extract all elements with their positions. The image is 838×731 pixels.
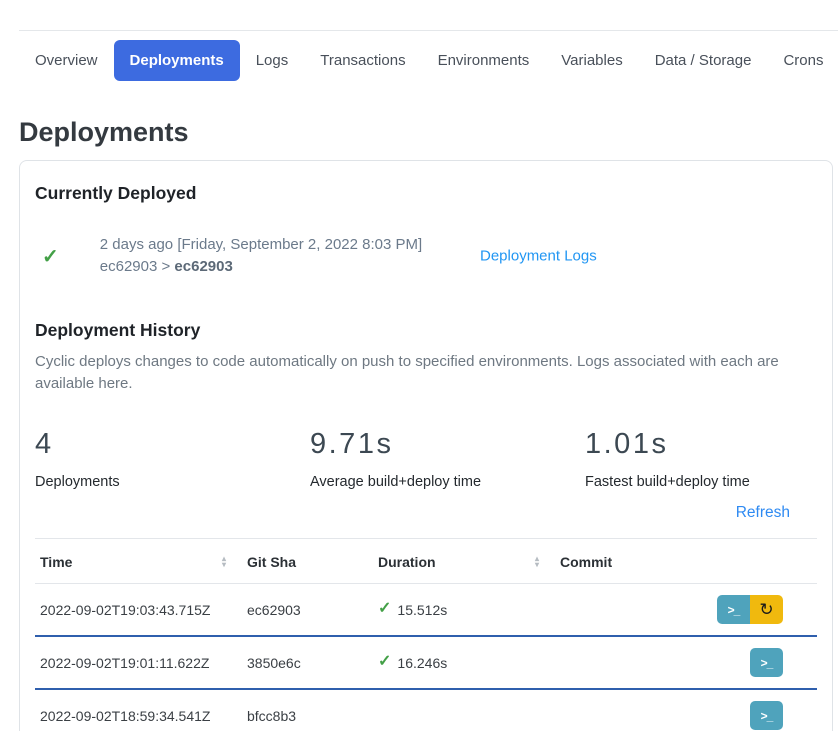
deployed-sha-current: ec62903	[174, 258, 232, 275]
check-icon: ✓	[378, 651, 391, 671]
tab-deployments[interactable]: Deployments	[114, 40, 240, 81]
cell-time: 2022-09-02T18:59:34.541Z	[35, 708, 242, 724]
stat-fastest-time-value: 1.01s	[585, 427, 750, 461]
cell-time: 2022-09-02T19:01:11.622Z	[35, 655, 242, 671]
cell-actions: >_	[670, 701, 817, 730]
build-logs-terminal-button[interactable]: >_	[750, 648, 783, 677]
deployed-time: 2 days ago [Friday, September 2, 2022 8:…	[100, 234, 422, 256]
build-logs-terminal-button[interactable]: >_	[717, 595, 750, 624]
build-logs-terminal-button[interactable]: >_	[750, 701, 783, 730]
cell-duration: ✓ 16.246s	[373, 651, 555, 674]
page-title: Deployments	[19, 115, 838, 149]
table-row: 2022-09-02T18:59:34.541Z bfcc8b3 >_	[35, 690, 817, 731]
stat-average-time: 9.71s Average build+deploy time	[310, 427, 585, 490]
deployed-sha: ec62903 > ec62903	[100, 256, 422, 278]
stat-average-time-value: 9.71s	[310, 427, 585, 461]
deployments-table: Time ▴▾ Git Sha Duration ▴▾ Commit 2022-…	[35, 538, 817, 731]
column-header-time-label: Time	[40, 554, 72, 570]
refresh-wrap: Refresh	[35, 504, 817, 522]
tab-variables[interactable]: Variables	[545, 40, 638, 81]
stats-row: 4 Deployments 9.71s Average build+deploy…	[35, 427, 817, 490]
table-row: 2022-09-02T19:03:43.715Z ec62903 ✓ 15.51…	[35, 584, 817, 637]
column-header-commit-label: Commit	[560, 554, 612, 570]
stat-average-time-label: Average build+deploy time	[310, 474, 585, 490]
check-icon: ✓	[378, 598, 391, 618]
column-header-time[interactable]: Time ▴▾	[35, 554, 242, 570]
duration-value: 15.512s	[397, 602, 447, 618]
deployment-history-heading: Deployment History	[35, 320, 817, 341]
currently-deployed-row: ✓ 2 days ago [Friday, September 2, 2022 …	[35, 234, 817, 278]
tab-data-storage[interactable]: Data / Storage	[639, 40, 768, 81]
stat-deployments-label: Deployments	[35, 474, 310, 490]
cell-time: 2022-09-02T19:03:43.715Z	[35, 602, 242, 618]
tab-logs[interactable]: Logs	[240, 40, 305, 81]
currently-deployed-heading: Currently Deployed	[35, 183, 817, 204]
tab-transactions[interactable]: Transactions	[304, 40, 421, 81]
tab-crons[interactable]: Crons	[767, 40, 838, 81]
deployed-meta: 2 days ago [Friday, September 2, 2022 8:…	[100, 234, 422, 278]
cell-actions: >_ ↻	[670, 595, 817, 624]
tab-overview[interactable]: Overview	[19, 40, 114, 81]
column-header-gitsha[interactable]: Git Sha	[242, 554, 373, 570]
deployments-card: Currently Deployed ✓ 2 days ago [Friday,…	[19, 160, 833, 731]
cell-actions: >_	[670, 648, 817, 677]
sort-icon[interactable]: ▴▾	[535, 556, 539, 568]
stat-fastest-time: 1.01s Fastest build+deploy time	[585, 427, 750, 490]
check-icon: ✓	[42, 244, 59, 269]
deployment-history-description: Cyclic deploys changes to code automatic…	[35, 351, 813, 395]
deployed-sha-prefix: ec62903 >	[100, 258, 175, 275]
duration-value: 16.246s	[397, 655, 447, 671]
column-header-gitsha-label: Git Sha	[247, 554, 296, 570]
cell-gitsha: ec62903	[242, 602, 373, 618]
stat-deployments: 4 Deployments	[35, 427, 310, 490]
column-header-duration-label: Duration	[378, 554, 436, 570]
top-spacer	[0, 0, 838, 30]
column-header-duration[interactable]: Duration ▴▾	[373, 554, 555, 570]
deployment-logs-link[interactable]: Deployment Logs	[480, 248, 597, 265]
action-button-group: >_ ↻	[717, 595, 783, 624]
stat-deployments-value: 4	[35, 427, 310, 461]
table-row: 2022-09-02T19:01:11.622Z 3850e6c ✓ 16.24…	[35, 637, 817, 690]
stat-fastest-time-label: Fastest build+deploy time	[585, 474, 750, 490]
column-header-commit[interactable]: Commit	[555, 554, 670, 570]
redeploy-button[interactable]: ↻	[750, 595, 783, 624]
refresh-link[interactable]: Refresh	[736, 504, 790, 521]
app-tab-bar: Overview Deployments Logs Transactions E…	[0, 31, 838, 91]
tab-environments[interactable]: Environments	[422, 40, 546, 81]
cell-gitsha: bfcc8b3	[242, 708, 373, 724]
table-header-row: Time ▴▾ Git Sha Duration ▴▾ Commit	[35, 539, 817, 584]
sort-icon[interactable]: ▴▾	[222, 556, 226, 568]
cell-gitsha: 3850e6c	[242, 655, 373, 671]
cell-duration: ✓ 15.512s	[373, 598, 555, 621]
